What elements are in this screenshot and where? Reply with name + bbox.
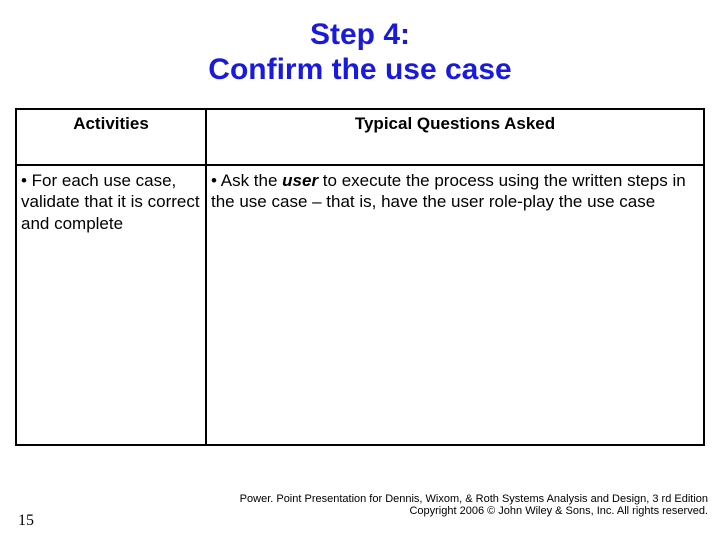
footer: Power. Point Presentation for Dennis, Wi… (240, 493, 708, 518)
cell-questions: • Ask the user to execute the process us… (206, 165, 704, 445)
cell-activities: • For each use case, validate that it is… (16, 165, 206, 445)
slide-title: Step 4: Confirm the use case (0, 0, 720, 87)
table-header-row: Activities Typical Questions Asked (16, 109, 704, 165)
header-questions: Typical Questions Asked (206, 109, 704, 165)
footer-line-1: Power. Point Presentation for Dennis, Wi… (240, 493, 708, 506)
questions-user-word: user (282, 171, 318, 190)
questions-prefix: • Ask the (211, 171, 282, 190)
title-line-1: Step 4: (0, 18, 720, 53)
slide: Step 4: Confirm the use case Activities … (0, 0, 720, 540)
title-line-2: Confirm the use case (0, 53, 720, 88)
page-number: 15 (18, 512, 34, 530)
content-table: Activities Typical Questions Asked • For… (15, 108, 705, 446)
header-activities: Activities (16, 109, 206, 165)
footer-line-2: Copyright 2006 © John Wiley & Sons, Inc.… (240, 505, 708, 518)
table-row: • For each use case, validate that it is… (16, 165, 704, 445)
